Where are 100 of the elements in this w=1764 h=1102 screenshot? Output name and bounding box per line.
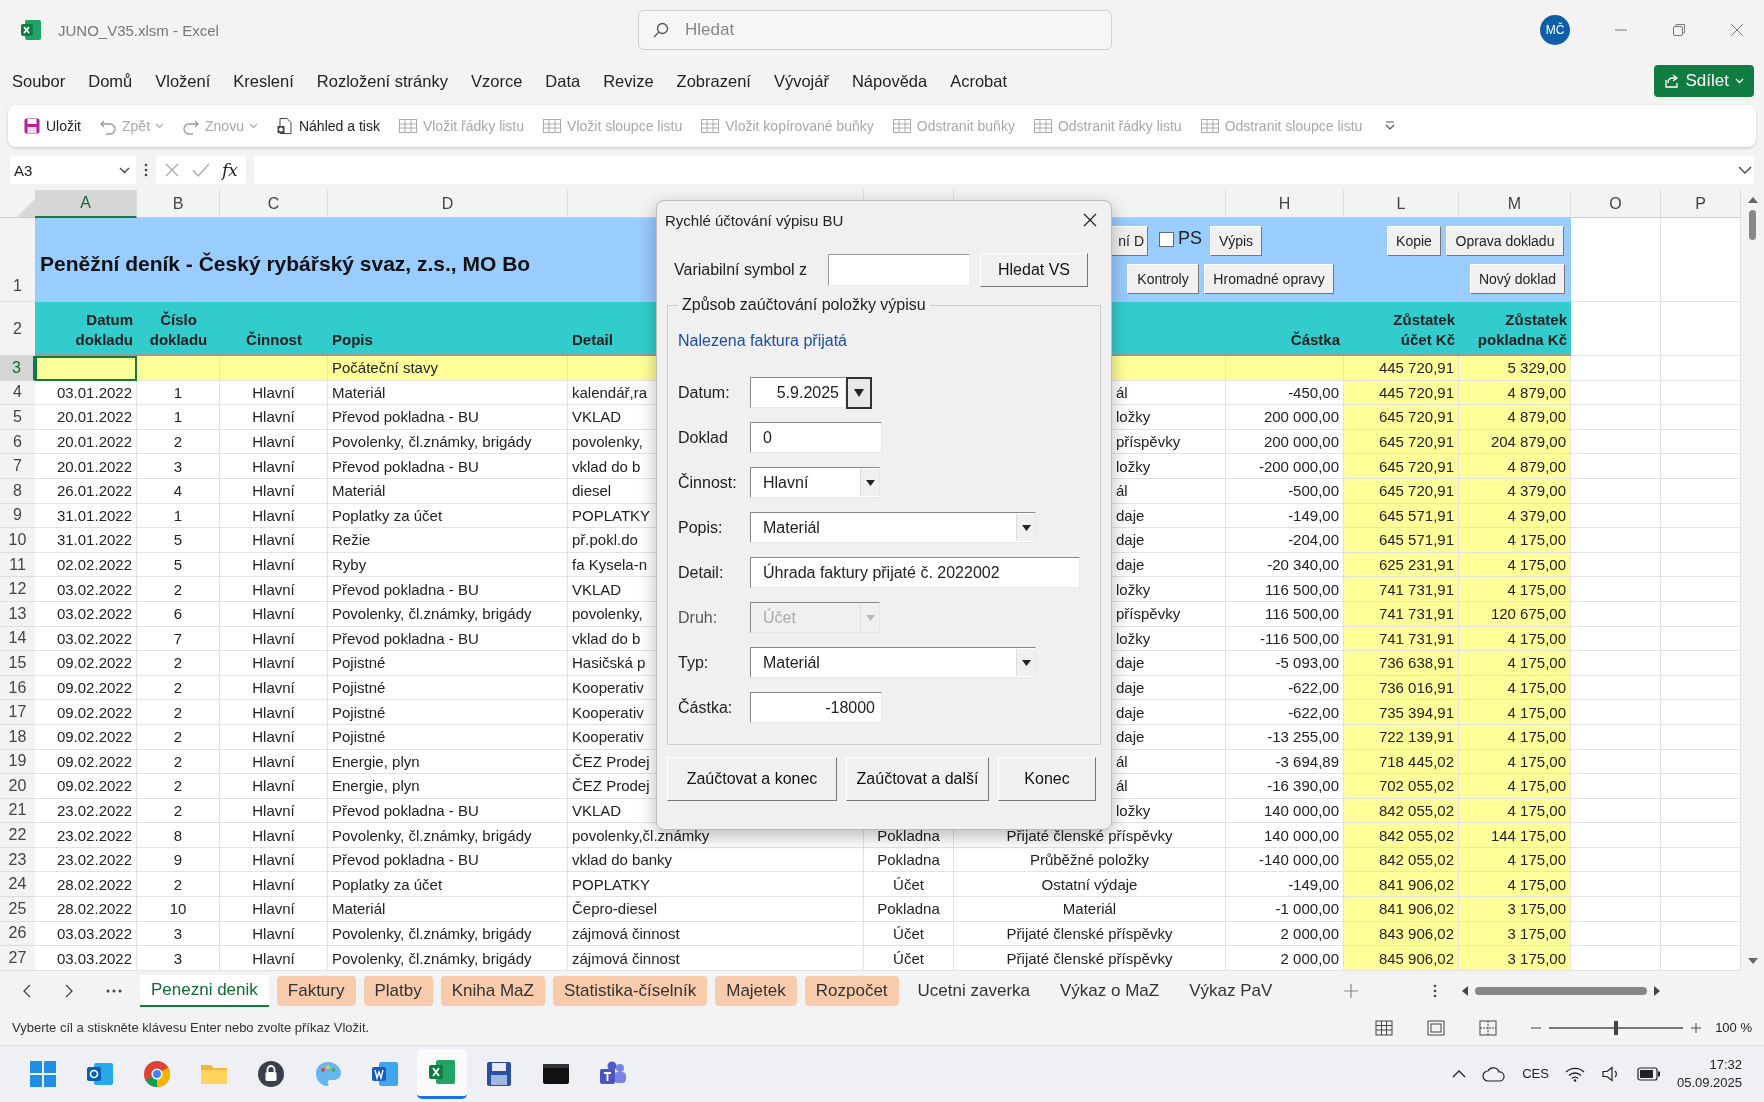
table-cell: 4 175,00	[1459, 675, 1571, 701]
table-cell: Hlavní	[220, 577, 328, 602]
table-cell: 09.02.2022	[35, 675, 137, 701]
table-cell: Hlavní	[220, 651, 328, 676]
table-cell: Čepro-diesel	[568, 897, 864, 922]
table-cell: Převod pokladna - BU	[328, 626, 568, 652]
table-cell: Hlavní	[220, 724, 328, 750]
table-cell: vklad do banky	[568, 847, 864, 873]
table-cell: Povolenky, čl.známky, brigády	[328, 946, 568, 971]
table-cell: 3	[137, 921, 220, 947]
table-cell: 09.02.2022	[35, 724, 137, 750]
table-cell: Účet	[864, 921, 954, 947]
table-cell: 4 175,00	[1459, 749, 1571, 775]
column-title: Číslo dokladu	[149, 309, 208, 350]
table-cell: 4 175,00	[1459, 552, 1571, 578]
table-cell: 736 016,91	[1344, 675, 1459, 701]
table-cell: 625 231,91	[1344, 552, 1459, 578]
status-message: Vyberte cíl a stiskněte klávesu Enter nebo zvolte příkaz Vložit.	[12, 1020, 370, 1036]
table-cell: 03.02.2022	[35, 626, 137, 652]
table-cell: 03.03.2022	[35, 921, 137, 947]
table-cell: Povolenky, čl.známky, brigády	[328, 921, 568, 947]
table-cell: 645 720,91	[1344, 478, 1459, 504]
table-cell: 09.02.2022	[35, 749, 137, 775]
status-message: Nalezena faktura přijatá	[678, 332, 848, 350]
table-cell: Přijaté členské příspěvky	[954, 921, 1226, 947]
field-label: Druh:	[678, 608, 719, 627]
table-cell: 26.01.2022	[35, 478, 137, 504]
table-cell: 1	[137, 503, 220, 529]
table-cell: Hlavní	[220, 798, 328, 824]
table-cell: 3	[137, 946, 220, 971]
table-cell: 4 379,00	[1459, 503, 1571, 529]
table-cell: 2	[137, 675, 220, 701]
table-cell: Povolenky, čl.známky, brigády	[328, 429, 568, 455]
table-cell: 841 906,02	[1344, 872, 1459, 898]
table-cell: 28.02.2022	[35, 897, 137, 922]
table-cell: 645 720,91	[1344, 429, 1459, 455]
table-cell: 8	[137, 823, 220, 848]
table-cell: 5 329,00	[1459, 356, 1571, 381]
table-cell: Hlavní	[220, 946, 328, 971]
table-cell: Hlavní	[220, 823, 328, 848]
table-cell: 2	[137, 774, 220, 799]
table-cell: 702 055,02	[1344, 774, 1459, 799]
table-cell: 09.02.2022	[35, 774, 137, 799]
table-cell: Materiál	[328, 478, 568, 504]
table-cell: Hlavní	[220, 700, 328, 725]
table-cell: Hlavní	[220, 454, 328, 479]
table-cell: Ostatní výdaje	[954, 872, 1226, 898]
table-cell: 2	[137, 577, 220, 602]
table-cell: 645 571,91	[1344, 528, 1459, 553]
table-cell: 842 055,02	[1344, 798, 1459, 824]
table-cell: Energie, plyn	[328, 774, 568, 799]
table-cell: Povolenky, čl.známky, brigády	[328, 601, 568, 627]
table-cell: 03.02.2022	[35, 601, 137, 627]
table-cell: Převod pokladna - BU	[328, 405, 568, 430]
table-cell: 31.01.2022	[35, 528, 137, 553]
table-cell: Energie, plyn	[328, 749, 568, 775]
table-cell: Pojistné	[328, 651, 568, 676]
table-cell: Pojistné	[328, 700, 568, 725]
table-cell: Přijaté členské příspěvky	[954, 946, 1226, 971]
column-title: Zůstatek účet Kč	[1393, 309, 1455, 350]
checkbox-label: PS	[1178, 228, 1202, 249]
field-label: Variabilní symbol z	[674, 261, 809, 279]
table-cell: 741 731,91	[1344, 577, 1459, 602]
table-cell: 4 175,00	[1459, 626, 1571, 652]
table-cell: Hlavní	[220, 601, 328, 627]
table-cell: 3	[137, 454, 220, 479]
column-title: Detail	[572, 329, 613, 350]
column-title: Částka	[1290, 329, 1340, 350]
table-cell: 09.02.2022	[35, 651, 137, 676]
table-cell: 741 731,91	[1344, 601, 1459, 627]
table-cell: 645 571,91	[1344, 503, 1459, 529]
table-cell: 4 175,00	[1459, 847, 1571, 873]
table-cell: 6	[137, 601, 220, 627]
sheet-title: Peněžní deník - Český rybářský svaz, z.s., MO Bo	[40, 252, 531, 276]
table-cell: Hlavní	[220, 626, 328, 652]
table-cell: 03.02.2022	[35, 577, 137, 602]
table-cell: Převod pokladna - BU	[328, 454, 568, 479]
table-cell: Hlavní	[220, 503, 328, 529]
table-cell: Poplatky za účet	[328, 503, 568, 529]
table-cell: 3 175,00	[1459, 946, 1571, 971]
table-cell: 3 175,00	[1459, 897, 1571, 922]
table-cell: 445 720,91	[1344, 356, 1459, 381]
table-cell: 4 175,00	[1459, 798, 1571, 824]
table-cell: 03.01.2022	[35, 380, 137, 406]
table-cell: 2	[137, 429, 220, 455]
table-cell: 204 879,00	[1459, 429, 1571, 455]
dialog-title: Rychlé účtování výpisu BU	[665, 211, 844, 229]
table-cell: 736 638,91	[1344, 651, 1459, 676]
table-cell: 5	[137, 552, 220, 578]
table-cell: 20.01.2022	[35, 405, 137, 430]
table-cell: 645 720,91	[1344, 405, 1459, 430]
table-cell: 20.01.2022	[35, 454, 137, 479]
table-cell: 23.02.2022	[35, 823, 137, 848]
table-cell: 120 675,00	[1459, 601, 1571, 627]
table-cell: 2	[137, 724, 220, 750]
table-cell: 2	[137, 798, 220, 824]
table-cell: Hlavní	[220, 528, 328, 553]
column-title: Zůstatek pokladna Kč	[1477, 309, 1567, 350]
table-cell: Pokladna	[864, 847, 954, 873]
table-cell: Ryby	[328, 552, 568, 578]
